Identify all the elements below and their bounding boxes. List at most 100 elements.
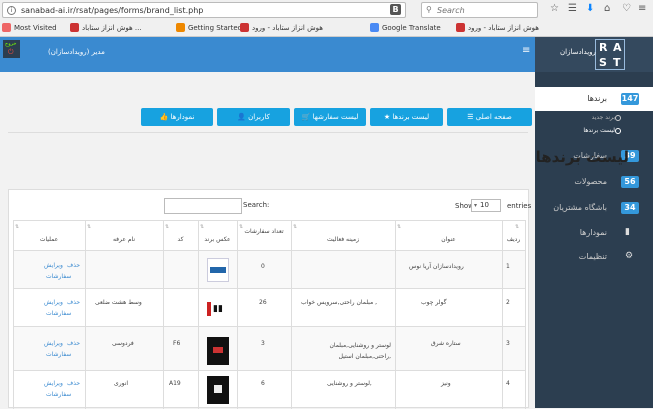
delete-link[interactable]: حذف <box>67 340 80 347</box>
cell-title: ونیز <box>441 380 451 387</box>
sidebar-item-settings[interactable]: تنظیمات ⚙ <box>535 245 653 269</box>
grid-line <box>13 370 525 371</box>
orders-link[interactable]: سفارشات <box>46 351 71 358</box>
url-bar[interactable]: i sanabad-ai.ir/rsat/pages/forms/brand_l… <box>2 2 406 18</box>
col-header-field[interactable]: زمینه فعالیت <box>291 236 395 243</box>
edit-link[interactable]: ویرایش <box>44 262 63 269</box>
browser-search-input[interactable] <box>437 5 532 16</box>
col-header-code[interactable]: کد <box>163 236 198 243</box>
bookmark-google-translate[interactable]: Google Translate <box>370 23 441 32</box>
cell-title: ستاره شرق <box>431 340 461 347</box>
topbar: خروج ⏻ مدیر (رویدادسازان) ≡ <box>0 37 535 72</box>
grid-line <box>395 220 396 409</box>
brand-list-button[interactable]: ★ لیست برندها <box>370 108 443 126</box>
bookmarks-icon[interactable]: ☰ <box>568 3 577 14</box>
order-list-button[interactable]: 🛒 لیست سفارشها <box>294 108 366 126</box>
bookmark-login[interactable]: هوش انزاز ستاباد - ورود <box>240 23 323 32</box>
logo-mark <box>210 267 226 273</box>
col-header-row[interactable]: ردیف <box>502 236 525 243</box>
sidebar-item-customers[interactable]: باشگاه مشتریان 34 <box>535 196 653 220</box>
brand-logo-image <box>207 337 229 365</box>
exit-button[interactable]: خروج ⏻ <box>3 40 20 58</box>
sidebar-item-products[interactable]: محصولات 56 <box>535 170 653 194</box>
sort-icon[interactable]: ⇅ <box>515 224 519 230</box>
star-icon[interactable]: ☆ <box>550 3 559 14</box>
grid-line <box>13 288 525 289</box>
sort-icon[interactable]: ⇅ <box>397 224 401 230</box>
bar-chart-icon: ▮ <box>625 227 630 237</box>
sidebar-item-brands[interactable]: برندها 147 <box>535 87 653 111</box>
sidebar-sub-new-brand[interactable]: برند جدید <box>535 113 653 124</box>
sidebar-item-charts[interactable]: نمودارها ▮ <box>535 221 653 245</box>
power-icon: ⏻ <box>8 48 14 56</box>
user-icon: 👤 <box>237 113 249 121</box>
bookmark-login-2[interactable]: هوش انزاز ستاباد - ورود <box>456 23 539 32</box>
table-row-3-bg <box>13 326 525 370</box>
products-badge: 56 <box>621 176 639 188</box>
bookmark-site[interactable]: هوش انزاز ستاباد ... <box>70 23 142 32</box>
col-header-title[interactable]: عنوان <box>395 236 502 243</box>
browser-search[interactable]: ⚲ <box>421 2 538 18</box>
grid-line <box>85 220 86 409</box>
col-header-photo[interactable]: عکس برند <box>198 236 237 243</box>
edit-link[interactable]: ویرایش <box>44 380 63 387</box>
logo-mark <box>214 385 222 393</box>
col-header-booth[interactable]: نام عرفه <box>85 236 163 243</box>
info-icon[interactable]: i <box>7 6 16 15</box>
grid-line <box>502 220 503 409</box>
logo-mark: ▮▮ <box>213 304 223 314</box>
orders-link[interactable]: سفارشات <box>46 391 71 398</box>
download-icon[interactable]: ⬇ <box>586 3 594 14</box>
delete-link[interactable]: حذف <box>67 262 80 269</box>
bookmark-most-visited[interactable]: Most Visited <box>2 23 57 32</box>
cell-num: 2 <box>506 299 510 306</box>
logo-area: R A S T رویدادسازان <box>535 37 653 72</box>
grid-line <box>163 220 164 409</box>
menu-icon[interactable]: ≡ <box>638 3 646 14</box>
sort-icon[interactable]: ⇅ <box>165 224 169 230</box>
circle-icon <box>615 115 621 121</box>
delete-link[interactable]: حذف <box>67 380 80 387</box>
sidebar-sub-brand-list[interactable]: لیست برندها <box>535 126 653 137</box>
orders-link[interactable]: سفارشات <box>46 310 71 317</box>
hamburger-icon[interactable]: ≡ <box>522 45 530 56</box>
page-size-select[interactable]: ▾ 10 <box>471 199 501 212</box>
sort-icon[interactable]: ⇅ <box>87 224 91 230</box>
grid-line <box>237 220 238 409</box>
translate-icon <box>370 23 379 32</box>
cell-booth: انوری <box>114 380 129 387</box>
grid-line <box>525 220 526 409</box>
charts-button[interactable]: 👍 نمودارها <box>141 108 213 126</box>
cell-field: لوستر و روشنایی, <box>327 380 372 387</box>
cell-count: 6 <box>261 380 265 387</box>
bookmark-getting-started[interactable]: Getting Started <box>176 23 242 32</box>
brands-badge: 147 <box>621 93 639 105</box>
users-button[interactable]: 👤 کاربران <box>217 108 290 126</box>
thumbs-up-icon: 👍 <box>159 113 171 121</box>
cell-count: 0 <box>261 263 265 270</box>
home-icon[interactable]: ⌂ <box>604 3 610 14</box>
home-button[interactable]: ☰ صفحه اصلی <box>447 108 532 126</box>
col-header-count[interactable]: تعداد سفارشات <box>237 228 291 235</box>
search-icon: ⚲ <box>426 5 432 14</box>
orders-link[interactable]: سفارشات <box>46 273 71 280</box>
sort-icon[interactable]: ⇅ <box>239 224 243 230</box>
cell-num: 1 <box>506 263 510 270</box>
bookmark-icon <box>70 23 79 32</box>
sort-icon[interactable]: ⇅ <box>293 224 297 230</box>
col-header-actions[interactable]: عملیات <box>13 236 85 243</box>
pocket-icon[interactable]: ♡ <box>622 3 631 14</box>
cell-booth: فردوسی <box>112 340 134 347</box>
sort-icon[interactable]: ⇅ <box>15 224 19 230</box>
table-search-input[interactable] <box>164 198 242 214</box>
sort-icon[interactable]: ⇅ <box>200 224 204 230</box>
delete-link[interactable]: حذف <box>67 299 80 306</box>
brand-table-panel: Show ▾ 10 entries Search: ردیف ⇅ عنوان ⇅… <box>8 189 531 409</box>
page-title: لیست برندها <box>535 148 629 166</box>
bookmark-icon <box>456 23 465 32</box>
logo: R A S T <box>595 39 625 70</box>
bootstrap-icon[interactable]: B <box>390 4 401 15</box>
edit-link[interactable]: ویرایش <box>44 340 63 347</box>
grid-line <box>291 220 292 409</box>
edit-link[interactable]: ویرایش <box>44 299 63 306</box>
